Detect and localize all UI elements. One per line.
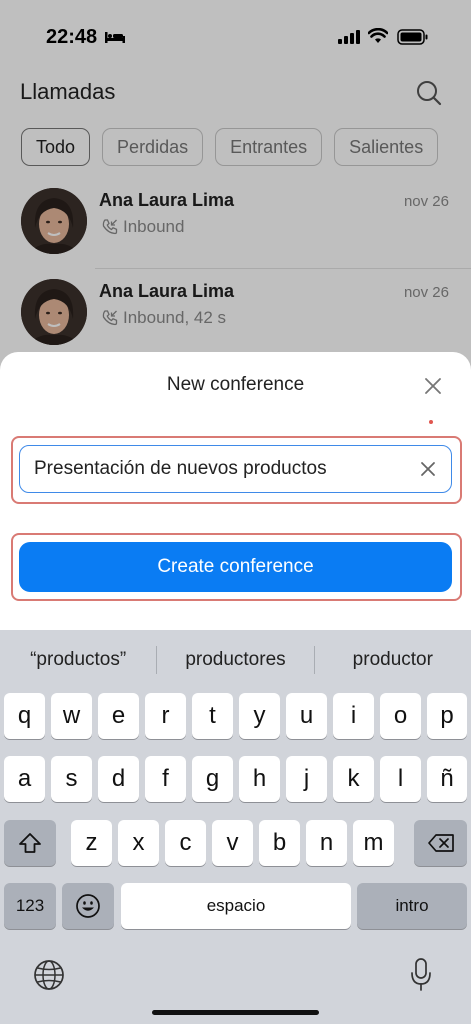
backspace-key[interactable] (414, 820, 467, 866)
key-b[interactable]: b (259, 820, 300, 866)
new-conference-sheet: New conference Presentación de nuevos pr… (0, 352, 471, 652)
key-i[interactable]: i (333, 693, 374, 739)
key-e[interactable]: e (98, 693, 139, 739)
shift-icon (19, 833, 41, 853)
key-j[interactable]: j (286, 756, 327, 802)
key-c[interactable]: c (165, 820, 206, 866)
create-conference-button[interactable]: Create conference (19, 542, 452, 592)
key-y[interactable]: y (239, 693, 280, 739)
home-indicator[interactable] (152, 1010, 319, 1015)
key-d[interactable]: d (98, 756, 139, 802)
key-x[interactable]: x (118, 820, 159, 866)
key-s[interactable]: s (51, 756, 92, 802)
suggestion-bar: “productos” productores productor (0, 630, 471, 690)
conference-name-value: Presentación de nuevos productos (34, 458, 327, 479)
close-icon[interactable] (421, 374, 445, 398)
key-l[interactable]: l (380, 756, 421, 802)
suggestion-item[interactable]: productor (315, 649, 471, 671)
microphone-icon[interactable] (409, 957, 433, 993)
sheet-title: New conference (166, 374, 305, 395)
indicator-dot (429, 420, 433, 424)
key-m[interactable]: m (353, 820, 394, 866)
clear-icon[interactable] (417, 458, 439, 480)
globe-icon[interactable] (33, 959, 65, 991)
key-w[interactable]: w (51, 693, 92, 739)
emoji-icon (76, 894, 100, 918)
key-t[interactable]: t (192, 693, 233, 739)
key-u[interactable]: u (286, 693, 327, 739)
suggestion-item[interactable]: “productos” (0, 649, 156, 671)
return-key[interactable]: intro (357, 883, 467, 929)
backspace-icon (427, 834, 454, 852)
emoji-key[interactable] (62, 883, 114, 929)
key-v[interactable]: v (212, 820, 253, 866)
numbers-key[interactable]: 123 (4, 883, 56, 929)
key-n-tilde[interactable]: ñ (427, 756, 467, 802)
keyboard: “productos” productores productor q w e … (0, 630, 471, 1024)
key-a[interactable]: a (4, 756, 45, 802)
key-o[interactable]: o (380, 693, 421, 739)
key-r[interactable]: r (145, 693, 186, 739)
space-key[interactable]: espacio (121, 883, 351, 929)
key-z[interactable]: z (71, 820, 112, 866)
conference-name-input[interactable]: Presentación de nuevos productos (19, 445, 452, 493)
key-n[interactable]: n (306, 820, 347, 866)
key-q[interactable]: q (4, 693, 45, 739)
key-g[interactable]: g (192, 756, 233, 802)
shift-key[interactable] (4, 820, 56, 866)
key-f[interactable]: f (145, 756, 186, 802)
key-p[interactable]: p (427, 693, 467, 739)
key-k[interactable]: k (333, 756, 374, 802)
suggestion-item[interactable]: productores (157, 649, 313, 671)
key-h[interactable]: h (239, 756, 280, 802)
